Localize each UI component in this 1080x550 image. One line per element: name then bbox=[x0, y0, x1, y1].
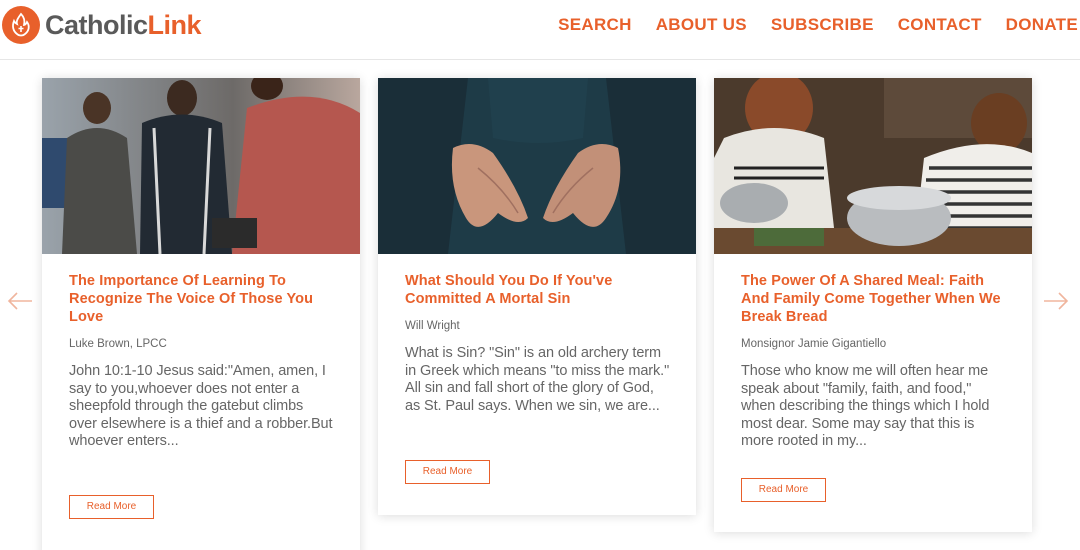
nav-contact[interactable]: CONTACT bbox=[898, 15, 982, 35]
logo-text-catholic: Catholic bbox=[45, 9, 148, 40]
site-header: CatholicLink SEARCH ABOUT US SUBSCRIBE C… bbox=[0, 0, 1080, 60]
logo-flame-icon bbox=[2, 6, 40, 44]
nav-search[interactable]: SEARCH bbox=[558, 15, 632, 35]
article-image-open-hands[interactable] bbox=[378, 78, 696, 254]
article-image-friends-laughing[interactable] bbox=[42, 78, 360, 254]
read-more-button[interactable]: Read More bbox=[741, 478, 826, 502]
article-excerpt: What is Sin? "Sin" is an old archery ter… bbox=[405, 345, 670, 414]
article-title[interactable]: What Should You Do If You've Committed A… bbox=[405, 272, 670, 308]
article-card: The Power Of A Shared Meal: Faith And Fa… bbox=[714, 78, 1032, 532]
article-excerpt: John 10:1-10 Jesus said:"Amen, amen, I s… bbox=[69, 363, 333, 449]
nav-about-us[interactable]: ABOUT US bbox=[656, 15, 747, 35]
nav-donate[interactable]: DONATE bbox=[1006, 15, 1078, 35]
article-author: Luke Brown, LPCC bbox=[69, 338, 167, 350]
arrow-right-icon bbox=[1044, 292, 1069, 310]
site-logo[interactable]: CatholicLink bbox=[2, 6, 202, 44]
read-more-button[interactable]: Read More bbox=[405, 460, 490, 484]
article-card: The Importance Of Learning To Recognize … bbox=[42, 78, 360, 550]
article-card: What Should You Do If You've Committed A… bbox=[378, 78, 696, 515]
article-title[interactable]: The Power Of A Shared Meal: Faith And Fa… bbox=[741, 272, 1006, 326]
main-nav: SEARCH ABOUT US SUBSCRIBE CONTACT DONATE bbox=[534, 15, 1078, 35]
article-title[interactable]: The Importance Of Learning To Recognize … bbox=[69, 272, 334, 326]
nav-subscribe[interactable]: SUBSCRIBE bbox=[771, 15, 874, 35]
article-excerpt: Those who know me will often hear me spe… bbox=[741, 363, 990, 449]
arrow-left-icon bbox=[7, 292, 32, 310]
carousel-next-button[interactable] bbox=[1042, 290, 1070, 312]
logo-text-link: Link bbox=[147, 9, 202, 40]
article-author: Will Wright bbox=[405, 320, 460, 332]
article-author: Monsignor Jamie Gigantiello bbox=[741, 338, 887, 350]
carousel-prev-button[interactable] bbox=[6, 290, 34, 312]
read-more-button[interactable]: Read More bbox=[69, 495, 154, 519]
article-image-family-baking[interactable] bbox=[714, 78, 1032, 254]
